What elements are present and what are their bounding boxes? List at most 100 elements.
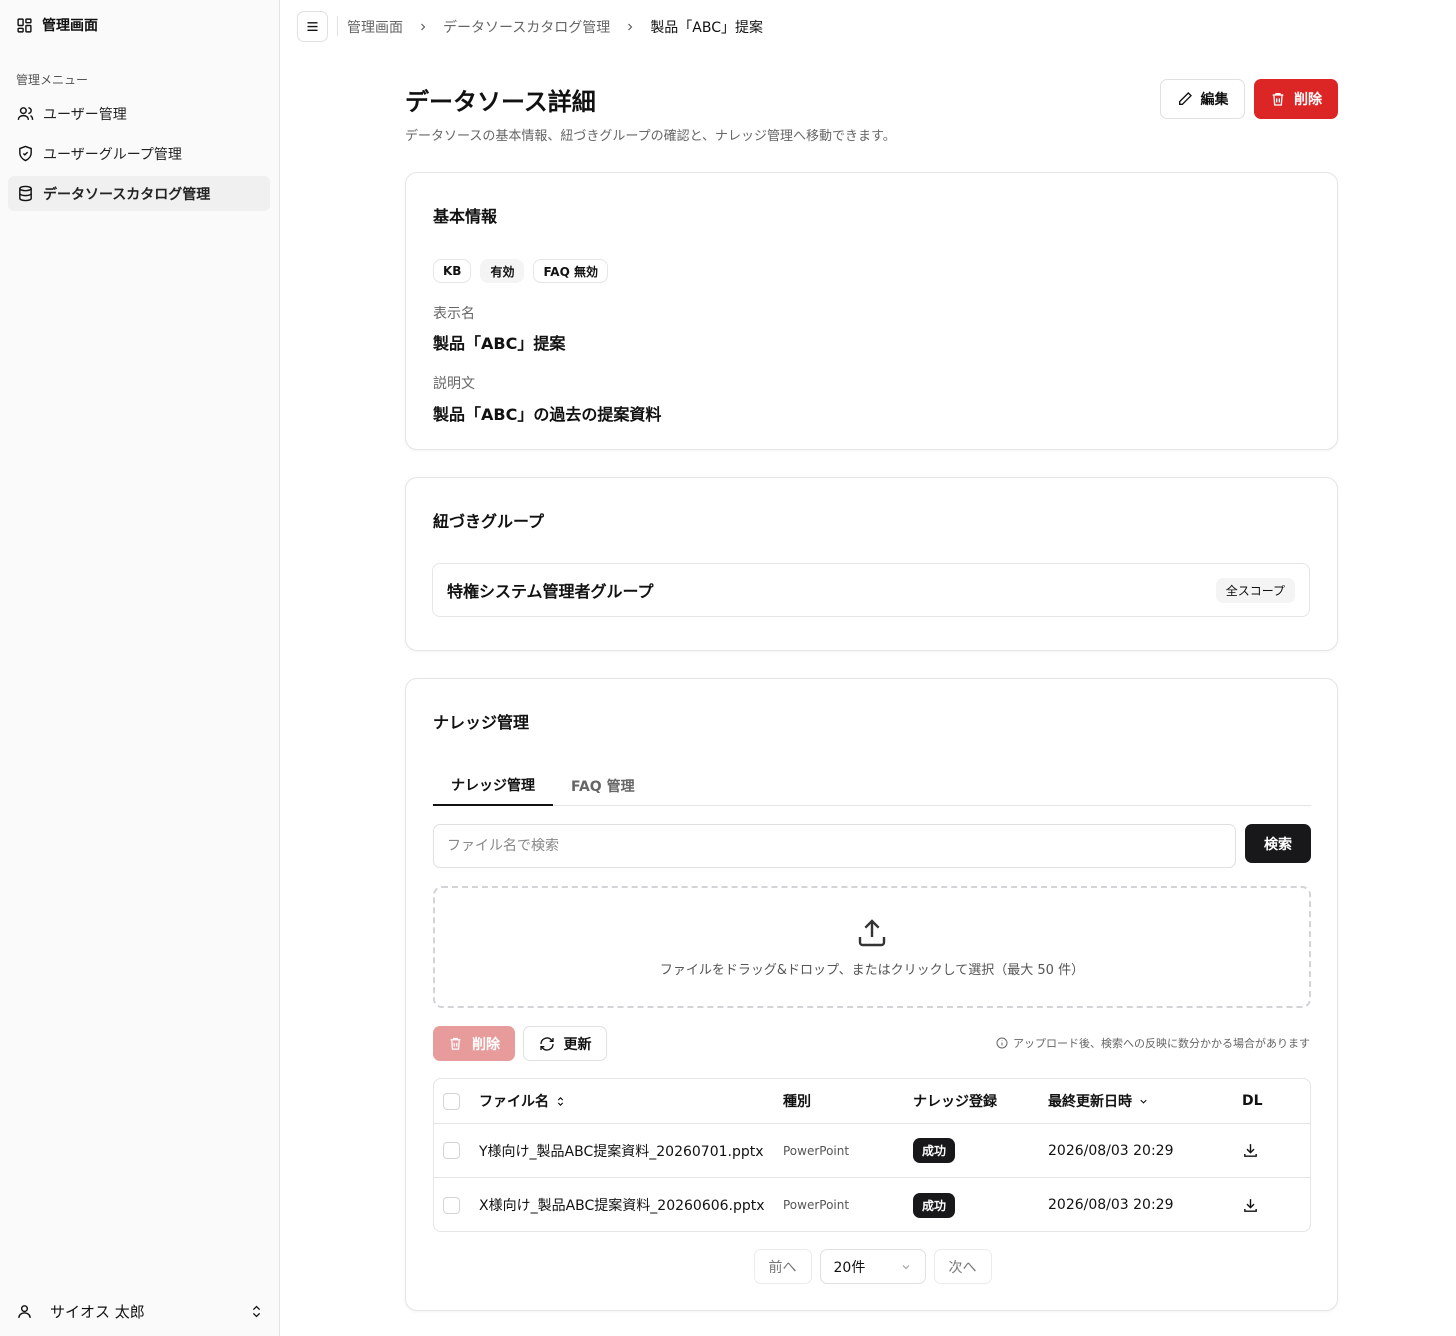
select-all-checkbox[interactable] (443, 1092, 460, 1110)
display-name-value: 製品「ABC」提案 (433, 334, 566, 353)
chevron-down-icon (900, 1261, 912, 1273)
delete-button[interactable]: 削除 (1254, 79, 1338, 119)
status-badge: 成功 (913, 1192, 956, 1218)
card-title: 紐づきグループ (433, 512, 545, 531)
card-title: ナレッジ管理 (433, 713, 530, 732)
dropzone-text: ファイルをドラッグ&ドロップ、またはクリックして選択（最大 50 件） (659, 962, 1085, 978)
brand[interactable]: 管理画面 (16, 15, 98, 35)
upload-notice: アップロード後、検索への反映に数分かかる場合があります (996, 1035, 1310, 1051)
chevron-right-icon (624, 21, 636, 33)
notice-text: アップロード後、検索への反映に数分かかる場合があります (1013, 1037, 1310, 1050)
chevrons-up-down-icon (249, 1304, 264, 1319)
page-description: データソースの基本情報、紐づきグループの確認と、ナレッジ管理へ移動できます。 (405, 129, 896, 144)
knowledge-tabs: ナレッジ管理 FAQ 管理 (433, 765, 1311, 806)
sort-icon (555, 1096, 566, 1107)
sidebar-item-datasource-catalog[interactable]: データソースカタログ管理 (8, 176, 270, 211)
display-name-label: 表示名 (433, 306, 475, 322)
file-name[interactable]: Y様向け_製品ABC提案資料_20260701.pptx (479, 1141, 764, 1161)
breadcrumb-item[interactable]: データソースカタログ管理 (443, 17, 610, 37)
kb-badge: KB (433, 259, 472, 283)
edit-button[interactable]: 編集 (1160, 79, 1245, 119)
row-checkbox[interactable] (443, 1196, 460, 1214)
refresh-icon (539, 1036, 555, 1052)
database-icon (17, 185, 34, 202)
file-type: PowerPoint (783, 1198, 850, 1212)
download-icon[interactable] (1242, 1142, 1259, 1159)
updated-at: 2026/08/03 20:29 (1048, 1197, 1174, 1213)
description-label: 説明文 (433, 376, 475, 392)
bulk-delete-label: 削除 (472, 1036, 500, 1053)
pencil-icon (1177, 91, 1193, 107)
breadcrumb-current: 製品「ABC」提案 (650, 20, 764, 36)
card-title: 基本情報 (433, 207, 498, 226)
trash-icon (448, 1036, 463, 1051)
tab-knowledge[interactable]: ナレッジ管理 (433, 765, 553, 806)
breadcrumb: 管理画面 データソースカタログ管理 製品「ABC」提案 (347, 17, 763, 37)
trash-icon (1270, 91, 1286, 107)
users-icon (17, 105, 34, 122)
per-page-select[interactable]: 20件 (819, 1249, 926, 1284)
chevron-right-icon (417, 21, 429, 33)
linked-groups-card: 紐づきグループ 特権システム管理者グループ 全スコープ (405, 477, 1338, 651)
user-menu[interactable]: サイオス 太郎 (16, 1296, 264, 1326)
sidebar-item-label: ユーザー管理 (43, 106, 127, 123)
table-row: X様向け_製品ABC提案資料_20260606.pptx PowerPoint … (434, 1178, 1310, 1231)
info-icon (996, 1037, 1008, 1049)
divider (337, 16, 338, 36)
page-title: データソース詳細 (405, 88, 596, 116)
sidebar-item-label: データソースカタログ管理 (43, 186, 211, 203)
basic-info-card: 基本情報 KB 有効 FAQ 無効 表示名 製品「ABC」提案 説明文 製品「A… (405, 172, 1338, 450)
table-header: ファイル名 種別 ナレッジ登録 最終更新日時 DL (434, 1079, 1310, 1124)
pagination: 前へ 20件 次へ (406, 1249, 1339, 1284)
table-row: Y様向け_製品ABC提案資料_20260701.pptx PowerPoint … (434, 1124, 1310, 1178)
file-table: ファイル名 種別 ナレッジ登録 最終更新日時 DL Y様向け_製品ABC提案資料… (433, 1078, 1311, 1232)
prev-page-button[interactable]: 前へ (753, 1249, 812, 1284)
file-search-input[interactable] (433, 824, 1236, 868)
scope-badge: 全スコープ (1215, 577, 1295, 603)
dashboard-icon (16, 17, 33, 34)
tab-faq[interactable]: FAQ 管理 (553, 765, 653, 806)
sidebar-item-label: ユーザーグループ管理 (43, 146, 182, 163)
upload-icon (856, 917, 888, 949)
sidebar: 管理画面 管理メニュー ユーザー管理 ユーザーグループ管理 データソースカタログ… (0, 0, 280, 1336)
column-header-filename[interactable]: ファイル名 (479, 1091, 566, 1111)
download-icon[interactable] (1242, 1197, 1259, 1214)
status-badges: KB 有効 FAQ 無効 (433, 259, 608, 283)
group-row[interactable]: 特権システム管理者グループ 全スコープ (432, 563, 1310, 617)
refresh-label: 更新 (563, 1036, 592, 1053)
user-icon (16, 1303, 33, 1320)
breadcrumb-item[interactable]: 管理画面 (347, 17, 403, 37)
column-header-download: DL (1242, 1093, 1263, 1109)
sidebar-nav: ユーザー管理 ユーザーグループ管理 データソースカタログ管理 (8, 96, 270, 216)
bulk-delete-button[interactable]: 削除 (433, 1026, 515, 1061)
sidebar-item-user-groups[interactable]: ユーザーグループ管理 (8, 136, 270, 171)
brand-label: 管理画面 (42, 18, 98, 34)
search-button[interactable]: 検索 (1245, 824, 1311, 863)
sidebar-item-users[interactable]: ユーザー管理 (8, 96, 270, 131)
column-header-type: 種別 (783, 1094, 811, 1110)
updated-at: 2026/08/03 20:29 (1048, 1142, 1174, 1159)
faq-badge: FAQ 無効 (533, 259, 608, 283)
edit-label: 編集 (1200, 92, 1229, 108)
description-value: 製品「ABC」の過去の提案資料 (433, 405, 662, 424)
menu-label: 管理メニュー (16, 73, 89, 87)
file-name[interactable]: X様向け_製品ABC提案資料_20260606.pptx (479, 1195, 765, 1215)
status-badge: 成功 (913, 1138, 956, 1163)
refresh-button[interactable]: 更新 (523, 1026, 607, 1061)
chevron-down-icon (1138, 1096, 1149, 1107)
knowledge-card: ナレッジ管理 ナレッジ管理 FAQ 管理 検索 ファイルをドラッグ&ドロップ、ま… (405, 678, 1338, 1311)
column-header-updated[interactable]: 最終更新日時 (1048, 1091, 1149, 1111)
file-dropzone[interactable]: ファイルをドラッグ&ドロップ、またはクリックして選択（最大 50 件） (433, 886, 1311, 1008)
sidebar-toggle-button[interactable] (297, 11, 328, 42)
user-name: サイオス 太郎 (50, 1302, 145, 1321)
file-type: PowerPoint (783, 1143, 850, 1158)
enabled-badge: 有効 (480, 259, 525, 283)
column-header-status: ナレッジ登録 (913, 1094, 997, 1110)
shield-check-icon (17, 145, 34, 162)
menu-icon (305, 19, 320, 34)
delete-label: 削除 (1294, 92, 1322, 108)
group-name: 特権システム管理者グループ (447, 582, 654, 601)
per-page-value: 20件 (833, 1259, 866, 1276)
row-checkbox[interactable] (443, 1142, 460, 1159)
next-page-button[interactable]: 次へ (933, 1249, 992, 1284)
